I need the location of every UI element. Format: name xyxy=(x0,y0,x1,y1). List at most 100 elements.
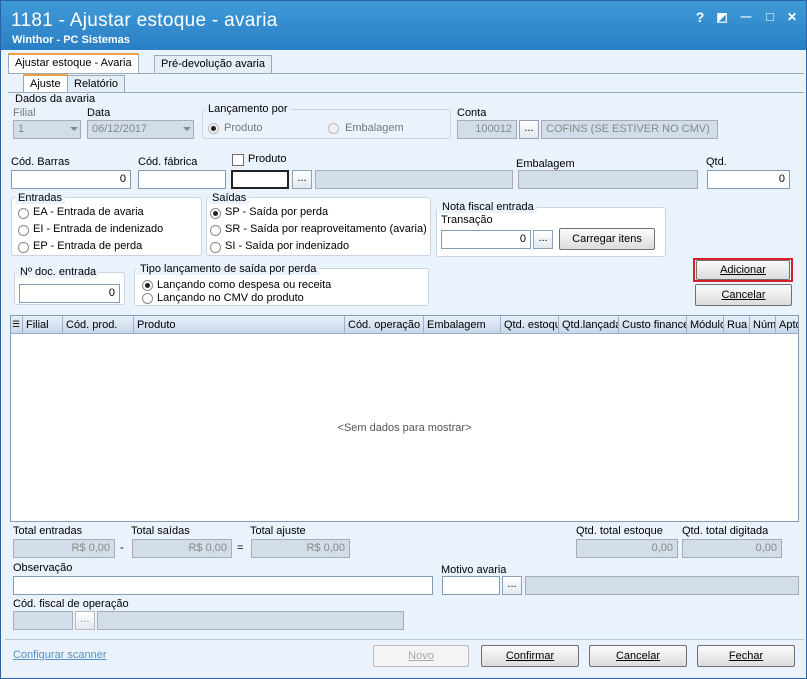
radio-embalagem[interactable] xyxy=(328,123,339,134)
motivo-code-input[interactable] xyxy=(442,576,500,595)
radio-ei-label: EI - Entrada de indenizado xyxy=(33,223,164,235)
main-window: 1181 - Ajustar estoque - avaria Winthor … xyxy=(0,0,807,679)
grid-col-produto[interactable]: Produto xyxy=(134,316,345,334)
tab-relatorio[interactable]: Relatório xyxy=(67,75,126,93)
grid-col-custo-financeiro[interactable]: Custo financeiro xyxy=(619,316,687,334)
chevron-down-icon xyxy=(70,127,78,131)
minimize-icon[interactable]: — xyxy=(737,9,755,25)
grid-col-rua[interactable]: Rua xyxy=(724,316,750,334)
cfop-search-button[interactable]: ... xyxy=(75,611,95,630)
tab-pre-devolucao[interactable]: Pré-devolução avaria xyxy=(154,55,272,73)
window-title: 1181 - Ajustar estoque - avaria xyxy=(11,10,278,31)
radio-sp-label: SP - Saída por perda xyxy=(225,206,329,218)
filial-label: Filial xyxy=(13,107,36,119)
conta-search-button[interactable]: ... xyxy=(519,120,539,139)
radio-si-label: SI - Saída por indenizado xyxy=(225,240,350,252)
grid-col-cod-prod[interactable]: Cód. prod. xyxy=(63,316,134,334)
fechar-button[interactable]: Fechar xyxy=(697,645,795,667)
grid-col-qtd-estoque[interactable]: Qtd. estoque xyxy=(501,316,559,334)
close-icon[interactable]: ✕ xyxy=(783,9,801,25)
radio-sr[interactable] xyxy=(210,225,221,236)
total-saidas-label: Total saídas xyxy=(131,525,190,537)
ndoc-title: Nº doc. entrada xyxy=(17,266,100,278)
novo-button[interactable]: Novo xyxy=(373,645,469,667)
radio-cmv[interactable] xyxy=(142,293,153,304)
dados-avaria-title: Dados da avaria xyxy=(15,93,96,105)
cfop-desc-field xyxy=(97,611,404,630)
tab-divider xyxy=(8,73,804,74)
equals-sign: = xyxy=(237,542,244,554)
grid-col-cod-operacao[interactable]: Cód. operação xyxy=(345,316,424,334)
produto-search-button[interactable]: ... xyxy=(292,170,312,189)
cod-fabrica-label: Cód. fábrica xyxy=(138,156,198,168)
total-entradas-label: Total entradas xyxy=(13,525,83,537)
produto-label: Produto xyxy=(248,153,287,165)
cfop-label: Cód. fiscal de operação xyxy=(13,598,129,610)
radio-despesa[interactable] xyxy=(142,280,153,291)
radio-sp[interactable] xyxy=(210,208,221,219)
client-area: Ajustar estoque - Avaria Pré-devolução a… xyxy=(5,50,804,676)
minus-sign: - xyxy=(120,542,124,554)
embalagem-label: Embalagem xyxy=(516,158,575,170)
help-icon[interactable]: ? xyxy=(691,9,709,25)
configurar-scanner-link[interactable]: Configurar scanner xyxy=(13,649,107,661)
cancelar-item-button[interactable]: Cancelar xyxy=(695,284,792,306)
qtd-input[interactable]: 0 xyxy=(707,170,790,189)
radio-despesa-label: Lançando como despesa ou receita xyxy=(157,279,332,291)
ndoc-input[interactable]: 0 xyxy=(19,284,120,303)
qtd-total-digitada-value: 0,00 xyxy=(682,539,782,558)
radio-si[interactable] xyxy=(210,242,221,253)
confirmar-button[interactable]: Confirmar xyxy=(481,645,579,667)
filial-value: 1 xyxy=(18,123,25,135)
grid-column-chooser-icon[interactable]: ☰ xyxy=(11,316,23,334)
cod-barras-input[interactable]: 0 xyxy=(11,170,131,189)
data-value: 06/12/2017 xyxy=(92,123,148,135)
tab-ajustar-estoque[interactable]: Ajustar estoque - Avaria xyxy=(8,53,139,73)
filial-select[interactable]: 1 xyxy=(13,120,81,139)
lancamento-title: Lançamento por xyxy=(205,103,291,115)
produto-checkbox[interactable] xyxy=(232,154,244,166)
observacao-input[interactable] xyxy=(13,576,433,595)
cancelar-button[interactable]: Cancelar xyxy=(589,645,687,667)
observacao-label: Observação xyxy=(13,562,73,574)
radio-ep[interactable] xyxy=(18,242,29,253)
adicionar-button[interactable]: Adicionar xyxy=(696,260,790,280)
grid-col-apto[interactable]: Apto xyxy=(776,316,798,334)
grid-col-embalagem[interactable]: Embalagem xyxy=(424,316,501,334)
subtab-divider xyxy=(8,92,804,93)
carregar-itens-button[interactable]: Carregar itens xyxy=(559,228,655,250)
items-grid[interactable]: ☰ Filial Cód. prod. Produto Cód. operaçã… xyxy=(10,315,799,522)
grid-empty-message: <Sem dados para mostrar> xyxy=(337,422,472,434)
grid-col-modulo[interactable]: Módulo xyxy=(687,316,724,334)
radio-ei[interactable] xyxy=(18,225,29,236)
radio-ea-label: EA - Entrada de avaria xyxy=(33,206,144,218)
qtd-total-estoque-label: Qtd. total estoque xyxy=(576,525,663,537)
cod-fabrica-input[interactable] xyxy=(138,170,226,189)
saidas-title: Saídas xyxy=(209,192,250,204)
cod-barras-label: Cód. Barras xyxy=(11,156,70,168)
conta-code-field[interactable]: 100012 xyxy=(457,120,517,139)
nf-title: Nota fiscal entrada xyxy=(439,201,537,213)
grid-col-qtd-lancada[interactable]: Qtd.lançada xyxy=(559,316,619,334)
radio-ea[interactable] xyxy=(18,208,29,219)
radio-produto-label: Produto xyxy=(224,122,263,134)
footer-bar: Configurar scanner Novo Confirmar Cancel… xyxy=(5,639,804,676)
transacao-input[interactable]: 0 xyxy=(441,230,531,249)
restore-icon[interactable]: ◩ xyxy=(713,9,731,25)
radio-ep-label: EP - Entrada de perda xyxy=(33,240,143,252)
produto-code-input[interactable] xyxy=(231,170,289,189)
grid-col-num[interactable]: Núm xyxy=(750,316,776,334)
motivo-search-button[interactable]: ... xyxy=(502,576,522,595)
window-subtitle: Winthor - PC Sistemas xyxy=(12,34,130,46)
entradas-title: Entradas xyxy=(15,192,66,204)
total-entradas-value: R$ 0,00 xyxy=(13,539,115,558)
produto-desc-field xyxy=(315,170,513,189)
total-ajuste-label: Total ajuste xyxy=(250,525,306,537)
tab-ajuste[interactable]: Ajuste xyxy=(23,74,68,92)
data-field[interactable]: 06/12/2017 xyxy=(87,120,194,139)
maximize-icon[interactable]: □ xyxy=(761,9,779,25)
radio-produto[interactable] xyxy=(208,123,219,134)
grid-col-filial[interactable]: Filial xyxy=(23,316,63,334)
transacao-label: Transação xyxy=(441,214,493,226)
transacao-search-button[interactable]: ... xyxy=(533,230,553,249)
